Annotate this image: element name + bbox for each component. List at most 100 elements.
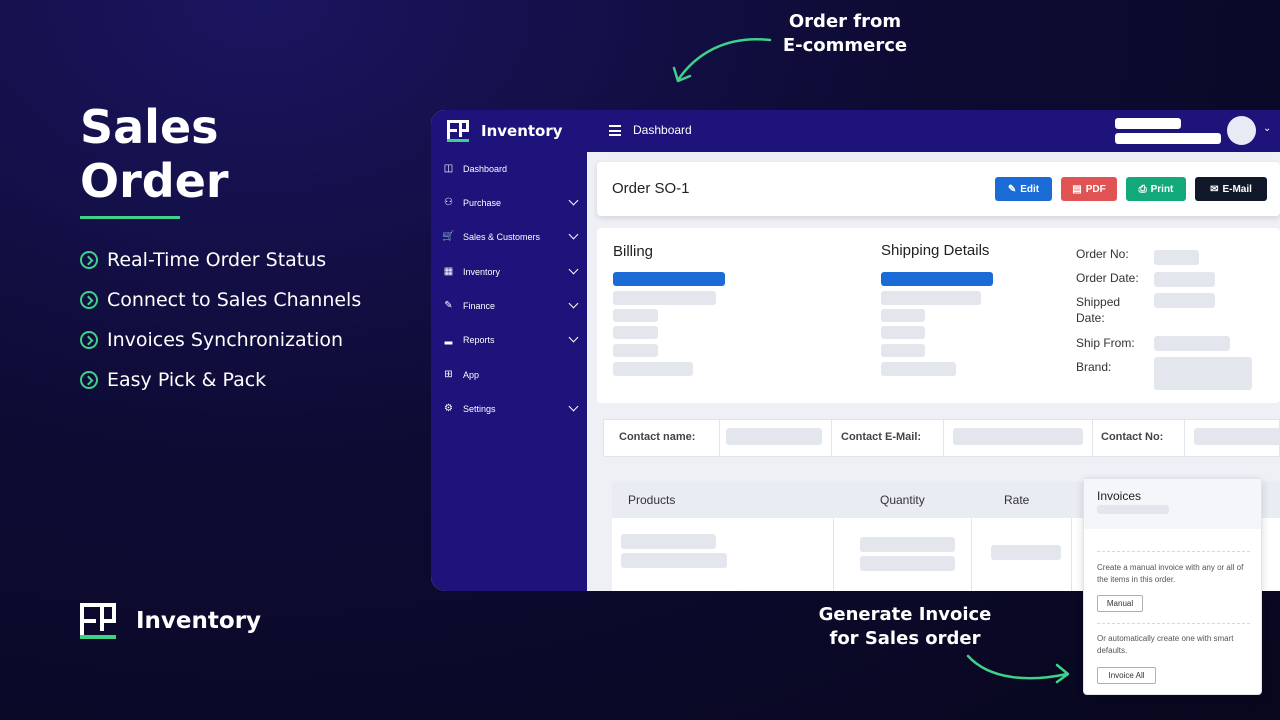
check-circle-icon (80, 331, 98, 349)
feature-item: Invoices Synchronization (80, 320, 361, 360)
shipping-name-placeholder (881, 272, 993, 286)
column-quantity: Quantity (880, 493, 925, 507)
shipped-date-label-line: Shipped (1076, 295, 1121, 309)
ship-from-label: Ship From: (1076, 336, 1135, 350)
edit-icon: ✎ (1007, 183, 1017, 195)
divider (971, 518, 972, 591)
hero-underline (80, 216, 180, 219)
feature-label: Easy Pick & Pack (107, 369, 267, 391)
divider (1097, 623, 1250, 624)
sidebar-item-label: Inventory (463, 267, 501, 277)
product-desc-placeholder (621, 553, 727, 568)
sidebar-item-label: Purchase (463, 198, 502, 208)
ship-from-value (1154, 336, 1230, 351)
sidebar: ◫ Dashboard ⚇ Purchase 🛒 Sales & Custome… (431, 152, 587, 591)
invoices-header: Invoices (1084, 479, 1261, 529)
curved-arrow-icon (672, 37, 772, 83)
billing-name-placeholder (613, 272, 725, 286)
sidebar-item-purchase[interactable]: ⚇ Purchase (443, 193, 579, 213)
pdf-button[interactable]: ▤ PDF (1061, 177, 1117, 201)
hero-title-line2: Order (80, 154, 229, 208)
placeholder (881, 362, 956, 376)
manual-invoice-button[interactable]: Manual (1097, 595, 1143, 612)
curved-arrow-icon (966, 654, 1070, 684)
brand-logo: Inventory (80, 603, 261, 639)
order-details-card: Billing Shipping Details Order No: Order… (597, 228, 1280, 403)
edit-button-label: Edit (1020, 183, 1040, 195)
gear-icon: ⚙ (444, 403, 453, 414)
shipped-date-label-line: Date: (1076, 311, 1105, 325)
shipped-date-value (1154, 293, 1215, 308)
hero-title: Sales Order (80, 100, 229, 208)
logo-icon[interactable] (447, 120, 469, 142)
column-rate: Rate (1004, 493, 1030, 507)
edit-button[interactable]: ✎ Edit (995, 177, 1052, 201)
chevron-down-icon[interactable]: ⌄ (1263, 123, 1271, 134)
chevron-down-icon (568, 332, 579, 343)
contact-email-value (953, 428, 1083, 445)
hero-title-line1: Sales (80, 100, 219, 154)
check-circle-icon (80, 371, 98, 389)
feature-item: Easy Pick & Pack (80, 360, 361, 400)
app-name: Inventory (481, 122, 563, 140)
print-button-label: Print (1150, 183, 1174, 195)
divider (1071, 518, 1072, 591)
envelope-icon: ✉ (1210, 183, 1219, 195)
brand-name: Inventory (136, 608, 262, 634)
printer-icon: ⎙ (1138, 183, 1147, 195)
chevron-down-icon (568, 229, 579, 240)
page-title: Order SO-1 (612, 180, 690, 197)
sidebar-item-label: App (463, 370, 480, 380)
email-button-label: E-Mail (1222, 183, 1252, 195)
sidebar-item-label: Finance (463, 301, 496, 311)
grid-icon: ⊞ (444, 369, 453, 380)
divider (833, 518, 834, 591)
finance-icon: ✎ (444, 300, 453, 311)
placeholder (613, 291, 716, 305)
order-date-value (1154, 272, 1215, 287)
placeholder (613, 326, 658, 339)
feature-label: Connect to Sales Channels (107, 289, 362, 311)
chevron-down-icon (568, 298, 579, 309)
brand-value (1154, 357, 1252, 390)
pdf-button-label: PDF (1085, 183, 1106, 195)
divider (1097, 551, 1250, 552)
quantity-placeholder (860, 556, 955, 571)
user-email-placeholder (1115, 133, 1221, 144)
invoices-title: Invoices (1097, 489, 1142, 503)
divider (943, 420, 944, 456)
avatar[interactable] (1227, 116, 1256, 145)
feature-list: Real-Time Order Status Connect to Sales … (80, 240, 361, 400)
contact-no-label: Contact No: (1101, 431, 1164, 443)
invoice-all-button[interactable]: Invoice All (1097, 667, 1156, 684)
product-name-placeholder (621, 534, 716, 549)
sidebar-item-settings[interactable]: ⚙ Settings (443, 399, 579, 419)
sidebar-item-finance[interactable]: ✎ Finance (443, 296, 579, 316)
divider (719, 420, 720, 456)
sidebar-item-label: Settings (463, 404, 496, 414)
sidebar-item-dashboard[interactable]: ◫ Dashboard (443, 159, 577, 179)
contact-name-label: Contact name: (619, 431, 696, 443)
rate-placeholder (991, 545, 1061, 560)
divider (1092, 420, 1093, 456)
annotation-generate-invoice: Generate Invoice for Sales order (800, 603, 1010, 651)
logo-icon (80, 603, 116, 639)
boxes-icon: ▦ (443, 266, 454, 277)
sidebar-item-app[interactable]: ⊞ App (443, 365, 577, 385)
shipping-title: Shipping Details (881, 242, 990, 259)
feature-label: Real-Time Order Status (107, 249, 327, 271)
hamburger-menu-icon[interactable] (609, 125, 621, 136)
top-bar: Inventory Dashboard ⌄ (431, 110, 1280, 152)
sidebar-item-label: Reports (463, 335, 495, 345)
order-no-label: Order No: (1076, 247, 1129, 261)
sidebar-item-reports[interactable]: ▂ Reports (443, 330, 579, 350)
feature-item: Connect to Sales Channels (80, 280, 361, 320)
sidebar-item-inventory[interactable]: ▦ Inventory (443, 262, 579, 282)
email-button[interactable]: ✉ E-Mail (1195, 177, 1267, 201)
placeholder (613, 362, 693, 376)
chevron-down-icon (568, 195, 579, 206)
print-button[interactable]: ⎙ Print (1126, 177, 1186, 201)
sidebar-item-sales-customers[interactable]: 🛒 Sales & Customers (442, 227, 579, 247)
sidebar-item-label: Dashboard (463, 164, 508, 174)
sidebar-item-label: Sales & Customers (463, 232, 541, 242)
